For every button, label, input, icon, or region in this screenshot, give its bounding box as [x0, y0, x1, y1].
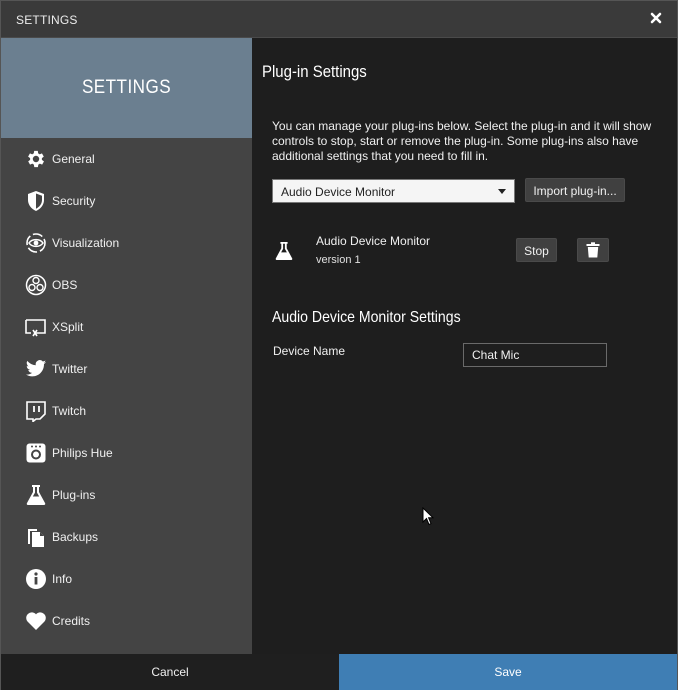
cancel-button[interactable]: Cancel	[1, 654, 339, 690]
copy-icon	[24, 525, 48, 549]
eye-icon	[24, 231, 48, 255]
sidebar-title: SETTINGS	[81, 77, 172, 98]
mouse-cursor-icon	[422, 507, 434, 526]
sidebar-item-label: Plug-ins	[52, 488, 96, 502]
device-name-label: Device Name	[273, 344, 346, 358]
sidebar-item-twitch[interactable]: Twitch	[1, 390, 252, 432]
remove-plugin-button[interactable]	[577, 238, 609, 262]
description-text: You can manage your plug-ins below. Sele…	[272, 119, 652, 163]
page-title: Plug-in Settings	[262, 62, 367, 81]
trash-icon	[586, 242, 600, 258]
sidebar-item-label: Philips Hue	[52, 446, 113, 460]
sidebar-item-label: General	[52, 152, 95, 166]
sidebar-item-label: Twitter	[52, 362, 88, 376]
flask-icon	[24, 483, 48, 507]
window-title: SETTINGS	[16, 13, 78, 27]
chevron-down-icon	[498, 189, 506, 194]
xsplit-icon	[24, 315, 48, 339]
title-bar: SETTINGS	[1, 1, 677, 38]
sidebar: SETTINGS General Security Visualization	[1, 38, 252, 654]
sidebar-item-visualization[interactable]: Visualization	[1, 222, 252, 264]
hue-bridge-icon	[24, 441, 48, 465]
plugin-select[interactable]: Audio Device Monitor	[272, 179, 515, 203]
sidebar-item-label: Twitch	[52, 404, 87, 418]
info-icon	[24, 567, 48, 591]
save-button[interactable]: Save	[339, 654, 677, 690]
footer: Cancel Save	[1, 654, 677, 690]
plugin-version: version 1	[316, 254, 361, 266]
sidebar-item-label: Visualization	[52, 236, 120, 250]
twitter-icon	[24, 357, 48, 381]
sidebar-item-twitter[interactable]: Twitter	[1, 348, 252, 390]
sidebar-item-backups[interactable]: Backups	[1, 516, 252, 558]
plugin-name: Audio Device Monitor	[316, 234, 431, 248]
sidebar-item-info[interactable]: Info	[1, 558, 252, 600]
settings-window: SETTINGS SETTINGS General Security Visua…	[0, 0, 678, 690]
twitch-icon	[24, 399, 48, 423]
import-plugin-button[interactable]: Import plug-in...	[525, 178, 625, 202]
sidebar-item-label: Security	[52, 194, 96, 208]
plugin-settings-panel: Plug-in Settings You can manage your plu…	[252, 38, 677, 654]
sidebar-item-label: Info	[52, 572, 73, 586]
sidebar-item-credits[interactable]: Credits	[1, 600, 252, 642]
sidebar-header: SETTINGS	[1, 38, 252, 138]
obs-icon	[24, 273, 48, 297]
sidebar-item-philips-hue[interactable]: Philips Hue	[1, 432, 252, 474]
plugin-settings-title: Audio Device Monitor Settings	[272, 309, 461, 326]
sidebar-item-label: XSplit	[52, 320, 84, 334]
sidebar-item-general[interactable]: General	[1, 138, 252, 180]
sidebar-item-label: OBS	[52, 278, 78, 292]
sidebar-item-obs[interactable]: OBS	[1, 264, 252, 306]
sidebar-item-xsplit[interactable]: XSplit	[1, 306, 252, 348]
flask-icon	[275, 242, 293, 260]
sidebar-item-plug-ins[interactable]: Plug-ins	[1, 474, 252, 516]
sidebar-item-label: Credits	[52, 614, 91, 628]
sidebar-item-label: Backups	[52, 530, 99, 544]
shield-icon	[24, 189, 48, 213]
gear-icon	[24, 147, 48, 171]
plugin-select-value: Audio Device Monitor	[281, 185, 396, 199]
heart-icon	[24, 609, 48, 633]
sidebar-item-security[interactable]: Security	[1, 180, 252, 222]
stop-plugin-button[interactable]: Stop	[516, 238, 557, 262]
close-icon[interactable]	[649, 11, 663, 25]
device-name-input[interactable]	[463, 343, 607, 367]
